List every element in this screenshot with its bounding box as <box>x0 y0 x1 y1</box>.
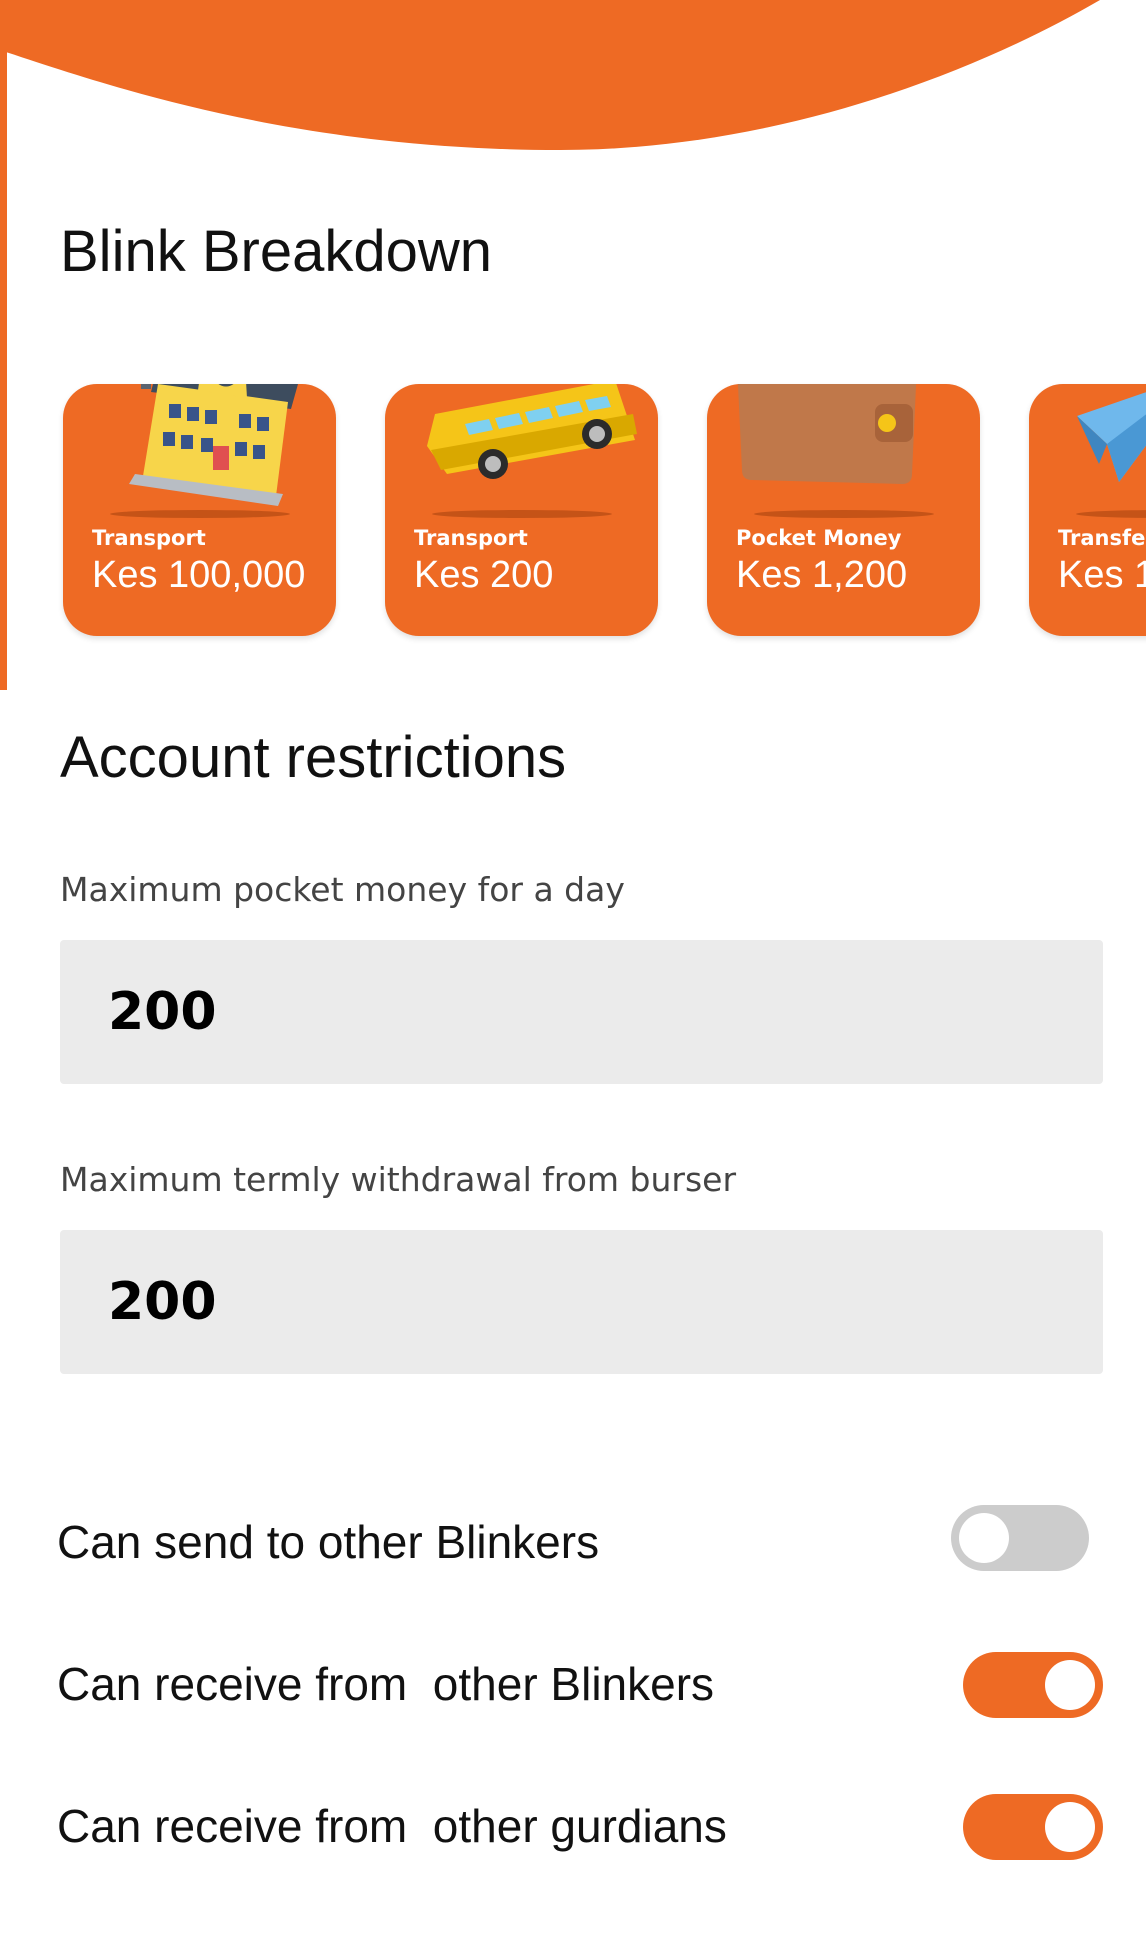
card-amount: Kes 200 <box>414 554 554 596</box>
card-label: Transport <box>414 526 528 550</box>
breakdown-card[interactable]: Transport Kes 200 <box>385 384 658 636</box>
breakdown-card[interactable]: Transfer Kes 1 <box>1029 384 1146 636</box>
card-label: Transport <box>92 526 206 550</box>
toggle-label-receive-guardians: Can receive from other gurdians <box>57 1800 727 1852</box>
toggle-label-receive-blinkers: Can receive from other Blinkers <box>57 1658 715 1710</box>
card-amount: Kes 1,200 <box>736 554 908 596</box>
termly-withdrawal-input[interactable]: 200 <box>60 1230 1103 1374</box>
toggle-knob <box>959 1513 1009 1563</box>
card-amount: Kes 100,000 <box>92 554 306 596</box>
toggle-knob <box>1045 1660 1095 1710</box>
breakdown-card[interactable]: Pocket Money Kes 1,200 <box>707 384 980 636</box>
termly-withdrawal-value: 200 <box>108 1272 217 1332</box>
pocket-money-label: Maximum pocket money for a day <box>60 870 625 909</box>
paper-plane-icon <box>1076 392 1146 518</box>
toggle-receive-guardians[interactable] <box>963 1794 1103 1860</box>
breakdown-cards[interactable]: Transport Kes 100,000 Transport Kes 200 <box>0 320 1146 650</box>
breakdown-card[interactable]: Transport Kes 100,000 <box>63 384 336 636</box>
school-building-icon <box>110 384 298 518</box>
pocket-money-value: 200 <box>108 982 217 1042</box>
pocket-money-input[interactable]: 200 <box>60 940 1103 1084</box>
bus-icon <box>427 384 637 518</box>
termly-withdrawal-label: Maximum termly withdrawal from burser <box>60 1160 737 1199</box>
toggle-receive-blinkers[interactable] <box>963 1652 1103 1718</box>
toggle-label-send-blinkers: Can send to other Blinkers <box>57 1516 600 1568</box>
section-title-breakdown: Blink Breakdown <box>60 219 492 284</box>
section-title-restrictions: Account restrictions <box>60 725 567 790</box>
card-amount: Kes 1 <box>1058 554 1146 596</box>
toggle-knob <box>1045 1802 1095 1852</box>
wallet-icon <box>737 384 934 518</box>
card-label: Transfer <box>1058 526 1146 550</box>
toggle-send-blinkers[interactable] <box>951 1505 1089 1571</box>
card-label: Pocket Money <box>736 526 902 550</box>
